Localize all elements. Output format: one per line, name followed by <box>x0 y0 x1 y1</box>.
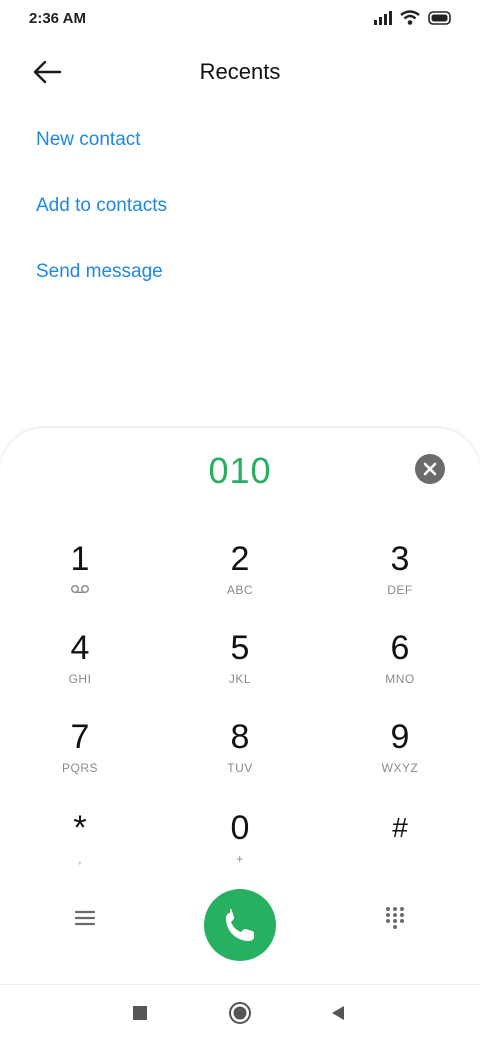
key-digit: 1 <box>70 540 90 578</box>
key-letters: JKL <box>228 672 252 686</box>
key-9[interactable]: 9 WXYZ <box>330 718 470 798</box>
app-bar: Recents <box>0 44 480 100</box>
wifi-icon <box>400 10 420 25</box>
recents-square-icon <box>133 1006 147 1020</box>
key-7[interactable]: 7 PQRS <box>10 718 150 798</box>
key-digit: 9 <box>390 718 410 756</box>
signal-icon <box>374 10 392 25</box>
key-letters: GHI <box>68 672 92 686</box>
key-digit: 3 <box>390 540 410 578</box>
call-button[interactable] <box>204 889 276 961</box>
key-digit: 4 <box>70 629 90 667</box>
key-8[interactable]: 8 TUV <box>170 718 310 798</box>
key-4[interactable]: 4 GHI <box>10 629 150 709</box>
key-digit: 7 <box>70 718 90 756</box>
key-digit: 6 <box>390 629 410 667</box>
key-letters: PQRS <box>61 761 98 775</box>
dialpad-toggle-button[interactable] <box>383 905 407 929</box>
key-letters: , <box>78 852 82 866</box>
key-digit: 2 <box>230 540 250 578</box>
key-letters: WXYZ <box>381 761 419 775</box>
key-6[interactable]: 6 MNO <box>330 629 470 709</box>
key-hash[interactable]: # <box>330 809 470 889</box>
key-3[interactable]: 3 DEF <box>330 540 470 620</box>
key-letters: ABC <box>226 583 254 597</box>
key-digit: 5 <box>230 629 250 667</box>
key-5[interactable]: 5 JKL <box>170 629 310 709</box>
battery-icon <box>428 10 451 25</box>
key-1[interactable]: 1 <box>10 540 150 620</box>
key-digit: 0 <box>230 809 250 847</box>
clear-icon <box>423 462 437 476</box>
status-bar: 2:36 AM <box>0 0 480 38</box>
dialpad-icon <box>386 907 404 929</box>
navigation-bar <box>0 984 480 1041</box>
page-title: Recents <box>199 59 281 84</box>
key-digit: # <box>392 812 408 843</box>
home-button[interactable] <box>226 999 254 1027</box>
back-nav-button[interactable] <box>324 999 352 1027</box>
key-letters: + <box>236 852 244 866</box>
key-digit: 8 <box>230 718 250 756</box>
menu-button[interactable] <box>72 905 98 931</box>
key-letters: TUV <box>227 761 253 775</box>
back-triangle-icon <box>332 1006 344 1020</box>
send-message-link[interactable]: Send message <box>36 261 163 283</box>
status-icons <box>374 10 452 25</box>
menu-icon <box>74 910 96 926</box>
key-0[interactable]: 0 + <box>170 809 310 889</box>
key-letters: MNO <box>385 672 415 686</box>
home-circle-icon <box>229 1002 251 1024</box>
new-contact-link[interactable]: New contact <box>36 129 141 151</box>
recents-button[interactable] <box>126 999 154 1027</box>
dialed-number: 010 <box>208 450 272 491</box>
add-to-contacts-link[interactable]: Add to contacts <box>36 195 167 217</box>
voicemail-icon <box>71 585 89 593</box>
status-time: 2:36 AM <box>29 10 86 27</box>
key-digit: * <box>73 809 87 847</box>
key-star[interactable]: * , <box>10 809 150 889</box>
key-2[interactable]: 2 ABC <box>170 540 310 620</box>
clear-button[interactable] <box>415 454 445 484</box>
dialer-panel: 010 1 2 ABC 3 DEF 4 GHI 5 JKL 6 MNO 7 PQ… <box>0 428 480 984</box>
phone-call-icon <box>226 909 254 941</box>
key-letters: DEF <box>387 583 413 597</box>
